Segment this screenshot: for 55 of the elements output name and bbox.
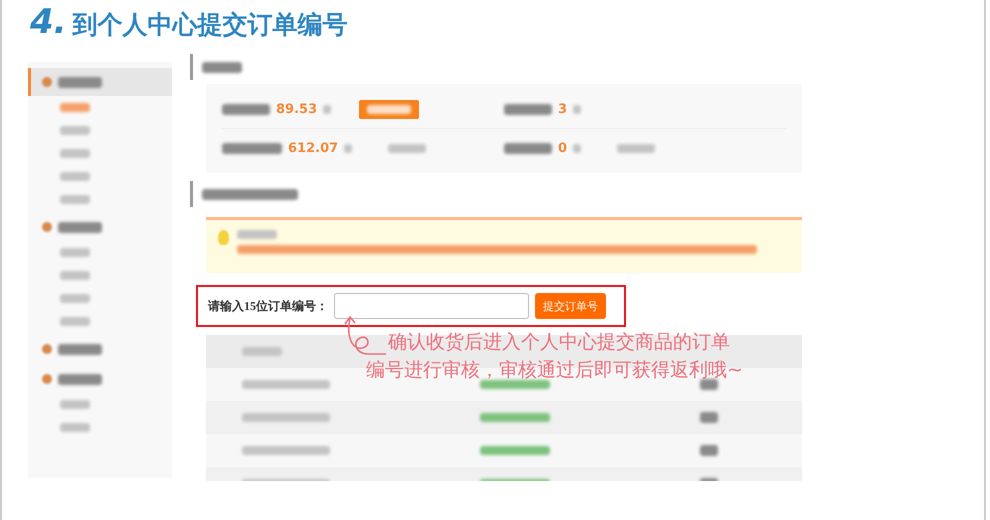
blurred-text [323,104,332,114]
stat-value: 3 [558,102,568,116]
blurred-text [60,172,90,181]
annotation-text: 编号进行审核，审核通过后即可获得返利哦~ [366,358,743,383]
annotation-text: 确认收货后进入个人中心提交商品的订单 [388,330,731,355]
blurred-text [60,126,90,135]
blurred-text [700,445,718,456]
blurred-text [58,222,102,232]
submit-button[interactable]: 提交订单号 [535,293,606,319]
blurred-text [367,104,412,114]
sidebar-heading[interactable] [28,68,172,96]
blurred-text [504,142,552,154]
blurred-text [222,104,270,114]
blurred-text [202,62,242,72]
blurred-text [60,271,90,280]
blurred-text [60,294,90,303]
blurred-text [480,380,550,389]
blurred-text [573,104,582,114]
blurred-text [60,400,90,409]
blurred-text [344,144,352,152]
field-label: 请输入15位订单编号： [208,298,328,314]
blurred-text [60,149,90,158]
step-number: 4. [30,2,67,42]
blurred-text [480,413,550,422]
blurred-text [388,144,426,152]
menu-icon [42,222,52,232]
blurred-text [58,344,102,354]
blurred-text [60,248,90,257]
blurred-text [60,195,90,204]
blurred-text [58,374,102,384]
blurred-text [237,230,277,239]
lightbulb-icon [218,230,229,245]
blurred-text [700,412,718,423]
order-number-field[interactable] [334,293,529,319]
blurred-text [504,104,552,114]
blurred-text [617,144,656,152]
blurred-text [700,379,718,390]
stat-value: 612.07 [288,140,338,156]
blurred-text [58,76,102,88]
blurred-text [480,446,550,455]
blurred-text [60,103,90,112]
blurred-text [222,142,282,154]
stat-value: 89.53 [276,102,318,116]
blurred-text [573,144,582,152]
menu-icon [42,374,52,384]
menu-icon [42,77,52,87]
page-title: 到个人中心提交订单编号 [72,9,348,41]
blurred-text [242,347,282,356]
withdraw-button[interactable] [359,100,420,118]
blurred-text [60,317,90,326]
detail-link[interactable] [617,144,656,152]
menu-icon [42,344,52,354]
detail-link[interactable] [388,144,426,152]
stat-value: 0 [558,140,568,156]
blurred-text [60,423,90,432]
